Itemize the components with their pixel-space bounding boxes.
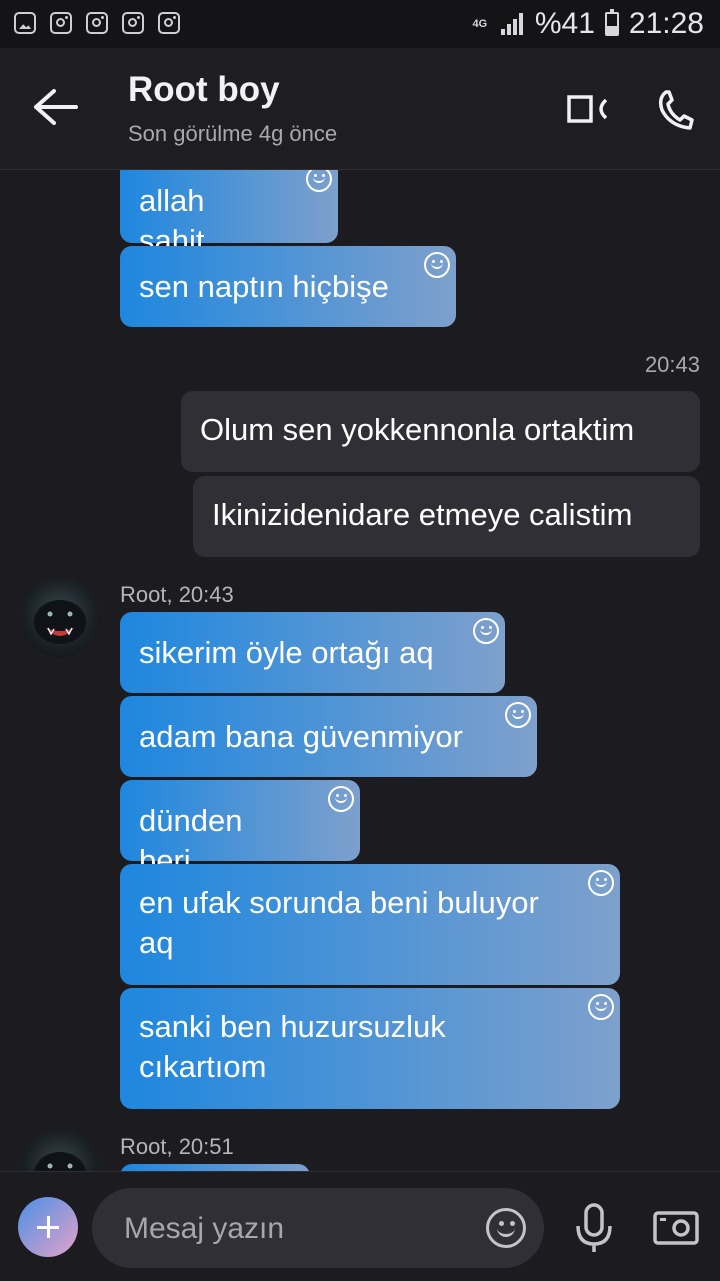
- message-text: sen naptın hiçbişe: [139, 269, 389, 304]
- panther-avatar-icon: [34, 600, 86, 644]
- video-call-icon[interactable]: [566, 92, 610, 126]
- reaction-smiley-icon[interactable]: [588, 870, 614, 896]
- message-text: en ufak sorunda beni buluyor aq: [139, 885, 539, 960]
- battery-icon: [604, 9, 619, 36]
- message-list[interactable]: allah sahit sen naptın hiçbişe 20:43 Olu…: [0, 170, 720, 1171]
- reaction-smiley-icon[interactable]: [328, 786, 354, 812]
- gallery-notification-icon: [14, 12, 36, 34]
- incoming-message[interactable]: sanki ben huzursuzluk cıkartıom: [120, 988, 620, 1109]
- message-text: Ikinizidenidare etmeye calistim: [212, 497, 633, 532]
- instagram-notification-icon: [50, 12, 72, 34]
- incoming-message[interactable]: dünden beri: [120, 780, 360, 878]
- panther-avatar-icon: [34, 1152, 86, 1171]
- message-text: adam bana güvenmiyor: [139, 719, 463, 754]
- camera-icon[interactable]: [652, 1208, 700, 1246]
- sender-meta: Root, 20:51: [120, 1134, 234, 1159]
- phone-call-icon[interactable]: [656, 88, 696, 132]
- status-time: 21:28: [628, 7, 704, 40]
- reaction-smiley-icon[interactable]: [473, 618, 499, 644]
- reaction-smiley-icon[interactable]: [306, 170, 332, 192]
- reaction-smiley-icon[interactable]: [505, 702, 531, 728]
- message-text: sanki ben huzursuzluk cıkartıom: [139, 1009, 446, 1084]
- network-type: 4G: [472, 18, 488, 30]
- message-text: sikerim öyle ortağı aq: [139, 635, 434, 670]
- composer-bar: [0, 1171, 720, 1281]
- status-bar: 4G %41 21:28: [0, 0, 720, 48]
- sender-meta: Root, 20:43: [120, 582, 234, 607]
- battery-percent: %41: [534, 7, 595, 40]
- instagram-notification-icon: [122, 12, 144, 34]
- message-field[interactable]: [92, 1188, 544, 1270]
- contact-avatar[interactable]: [20, 1130, 100, 1171]
- reaction-smiley-icon[interactable]: [424, 252, 450, 278]
- incoming-message[interactable]: [120, 1164, 310, 1171]
- add-attachment-button[interactable]: [18, 1197, 78, 1257]
- emoji-icon[interactable]: [486, 1208, 526, 1248]
- message-timestamp: 20:43: [644, 352, 700, 377]
- incoming-message[interactable]: adam bana güvenmiyor: [120, 696, 537, 777]
- chat-header: Root boy Son görülme 4g önce: [0, 48, 720, 170]
- contact-avatar[interactable]: [20, 578, 100, 658]
- incoming-message[interactable]: allah sahit: [120, 170, 338, 258]
- contact-name[interactable]: Root boy: [128, 70, 280, 110]
- outgoing-message[interactable]: Ikinizidenidare etmeye calistim: [193, 476, 700, 557]
- instagram-notification-icon: [158, 12, 180, 34]
- signal-icon: [499, 13, 525, 35]
- back-arrow-icon[interactable]: [30, 86, 80, 128]
- incoming-message[interactable]: sikerim öyle ortağı aq: [120, 612, 505, 693]
- instagram-notification-icon: [86, 12, 108, 34]
- message-text: Olum sen yokkennonla ortaktim: [200, 412, 635, 447]
- reaction-smiley-icon[interactable]: [588, 994, 614, 1020]
- microphone-icon[interactable]: [572, 1202, 616, 1254]
- outgoing-message[interactable]: Olum sen yokkennonla ortaktim: [181, 391, 700, 472]
- incoming-message[interactable]: en ufak sorunda beni buluyor aq: [120, 864, 620, 985]
- incoming-message[interactable]: sen naptın hiçbişe: [120, 246, 456, 327]
- message-input[interactable]: [122, 1188, 456, 1270]
- last-seen-status: Son görülme 4g önce: [128, 121, 338, 146]
